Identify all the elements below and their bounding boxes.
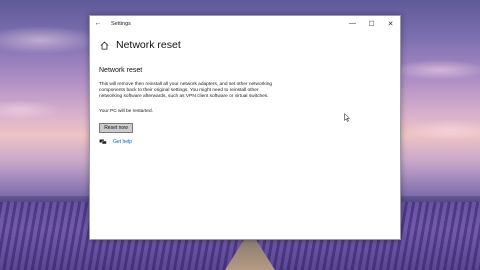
title-bar: ← Settings — ☐ ✕ — [90, 16, 400, 31]
maximize-icon: ☐ — [368, 20, 375, 28]
window-controls: — ☐ ✕ — [343, 16, 400, 31]
get-help-link[interactable]: Get help — [113, 139, 132, 145]
close-icon: ✕ — [387, 20, 394, 28]
minimize-button[interactable]: — — [343, 16, 362, 31]
restart-note: Your PC will be restarted. — [99, 108, 153, 114]
maximize-button[interactable]: ☐ — [362, 16, 381, 31]
page-header: Network reset — [99, 37, 400, 53]
home-icon[interactable] — [99, 40, 109, 50]
window-title: Settings — [111, 20, 131, 27]
settings-window: ← Settings — ☐ ✕ Network reset Network r… — [89, 15, 401, 240]
back-button[interactable]: ← — [90, 16, 106, 31]
back-arrow-icon: ← — [94, 20, 102, 27]
chat-icon — [99, 139, 107, 145]
desktop: ← Settings — ☐ ✕ Network reset Network r… — [0, 0, 480, 270]
reset-now-button[interactable]: Reset now — [99, 122, 133, 133]
page-title: Network reset — [116, 39, 181, 51]
section-title: Network reset — [99, 67, 143, 74]
help-row[interactable]: Get help — [99, 139, 400, 145]
minimize-icon: — — [349, 20, 356, 27]
description-text: This will remove then reinstall all your… — [99, 82, 273, 100]
mouse-cursor-icon — [344, 109, 351, 122]
close-button[interactable]: ✕ — [381, 16, 400, 31]
